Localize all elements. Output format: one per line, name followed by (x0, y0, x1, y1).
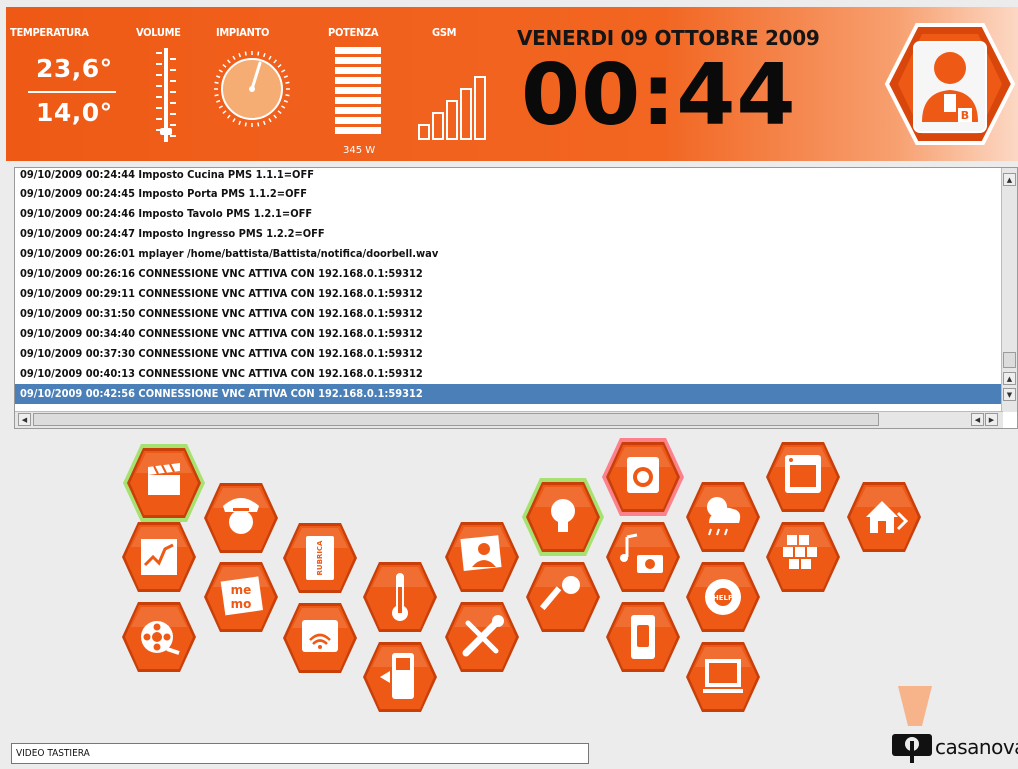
phone-icon[interactable] (358, 637, 442, 717)
gsm-signal-icon (418, 76, 486, 140)
clock-display: 00:44 (521, 46, 797, 145)
weather-icon[interactable] (681, 477, 765, 557)
log-entry[interactable]: 09/10/2009 00:31:50 CONNESSIONE VNC ATTI… (15, 304, 1001, 324)
photo-user-icon[interactable] (440, 517, 524, 597)
wifi-icon[interactable] (278, 598, 362, 678)
temperature-outside: 14,0° (36, 98, 113, 127)
power-bar (335, 97, 381, 104)
log-entry[interactable]: 09/10/2009 00:29:11 CONNESSIONE VNC ATTI… (15, 284, 1001, 304)
power-label: POTENZA (328, 26, 379, 39)
tv-icon[interactable] (681, 637, 765, 717)
memo-icon[interactable]: me mo (199, 557, 283, 637)
scroll-right-icon[interactable]: ▶ (985, 413, 998, 426)
keypad-icon[interactable] (761, 517, 845, 597)
power-bar (335, 77, 381, 84)
volume-label: VOLUME (136, 26, 181, 39)
key-icon[interactable] (521, 557, 605, 637)
video-clapper-icon[interactable] (122, 443, 206, 523)
power-value: 345 W (343, 145, 376, 156)
rubrica-icon[interactable]: RUBRICA (278, 518, 362, 598)
power-bar (335, 87, 381, 94)
gsm-bar (432, 112, 444, 140)
gsm-label: GSM (432, 26, 457, 39)
log-list[interactable]: 09/10/2009 00:24:44 Imposto Cucina PMS 1… (15, 168, 1001, 412)
power-bar (335, 127, 381, 134)
chart-icon[interactable] (117, 517, 201, 597)
home-exit-icon[interactable] (842, 477, 926, 557)
brand-name: casanova (935, 735, 1018, 759)
volume-slider[interactable] (153, 48, 179, 142)
scroll-up-icon[interactable]: ▲ (1003, 173, 1016, 186)
gsm-bar (460, 88, 472, 140)
film-reel-icon[interactable] (117, 597, 201, 677)
user-badge-letter: B (961, 109, 969, 122)
video-keyboard-input[interactable] (11, 743, 589, 764)
log-entry[interactable]: 09/10/2009 00:34:40 CONNESSIONE VNC ATTI… (15, 324, 1001, 344)
power-bar (335, 107, 381, 114)
svg-text:RUBRICA: RUBRICA (316, 540, 324, 576)
log-entry[interactable]: 09/10/2009 00:26:01 mplayer /home/battis… (15, 244, 1001, 264)
gsm-bar (418, 124, 430, 140)
light-bulb-icon[interactable] (521, 477, 605, 557)
log-entry[interactable]: 09/10/2009 00:37:30 CONNESSIONE VNC ATTI… (15, 344, 1001, 364)
power-bar (335, 67, 381, 74)
svg-text:me: me (231, 583, 252, 597)
svg-text:mo: mo (231, 597, 252, 611)
scroll-left-icon[interactable]: ◀ (18, 413, 31, 426)
washing-machine-icon[interactable] (601, 437, 685, 517)
thermometer-icon[interactable] (358, 557, 442, 637)
tools-icon[interactable] (440, 597, 524, 677)
horizontal-scrollbar[interactable]: ◀ ◀ ▶ (15, 411, 1003, 428)
power-bar (335, 117, 381, 124)
log-entry[interactable]: 09/10/2009 00:24:46 Imposto Tavolo PMS 1… (15, 204, 1001, 224)
power-bar (335, 57, 381, 64)
log-entry[interactable]: 09/10/2009 00:24:45 Imposto Porta PMS 1.… (15, 184, 1001, 204)
status-header: TEMPERATURA VOLUME IMPIANTO POTENZA GSM … (6, 7, 1018, 161)
system-label: IMPIANTO (216, 26, 270, 39)
user-profile-button[interactable]: B (884, 22, 1016, 146)
vertical-scroll-thumb[interactable] (1003, 352, 1016, 368)
power-meter (335, 47, 385, 137)
police-icon[interactable] (199, 478, 283, 558)
log-entry[interactable]: 09/10/2009 00:42:56 CONNESSIONE VNC ATTI… (15, 384, 1001, 404)
system-dial-icon[interactable] (208, 45, 296, 133)
event-log[interactable]: 09/10/2009 00:24:44 Imposto Cucina PMS 1… (14, 167, 1018, 429)
vertical-scrollbar[interactable]: ▲ ▲ ▼ (1001, 168, 1017, 412)
svg-text:HELP: HELP (713, 594, 733, 602)
music-camera-icon[interactable] (601, 517, 685, 597)
temperature-label: TEMPERATURA (10, 26, 89, 39)
log-entry[interactable]: 09/10/2009 00:24:44 Imposto Cucina PMS 1… (15, 168, 1001, 184)
switch-icon[interactable] (601, 597, 685, 677)
horizontal-scroll-thumb[interactable] (33, 413, 879, 426)
gsm-bar (474, 76, 486, 140)
log-entry[interactable]: 09/10/2009 00:40:13 CONNESSIONE VNC ATTI… (15, 364, 1001, 384)
log-entry[interactable]: 09/10/2009 00:26:16 CONNESSIONE VNC ATTI… (15, 264, 1001, 284)
scroll-left-icon[interactable]: ◀ (971, 413, 984, 426)
lifebuoy-icon[interactable]: HELP (681, 557, 765, 637)
gsm-bar (446, 100, 458, 140)
log-entry[interactable]: 09/10/2009 00:24:47 Imposto Ingresso PMS… (15, 224, 1001, 244)
scroll-down-icon[interactable]: ▼ (1003, 388, 1016, 401)
power-bar (335, 47, 381, 54)
temperature-inside: 23,6° (36, 54, 113, 83)
scroll-up-icon[interactable]: ▲ (1003, 372, 1016, 385)
casanova-logo-icon (892, 686, 932, 763)
oven-icon[interactable] (761, 437, 845, 517)
temperature-divider (28, 91, 116, 93)
